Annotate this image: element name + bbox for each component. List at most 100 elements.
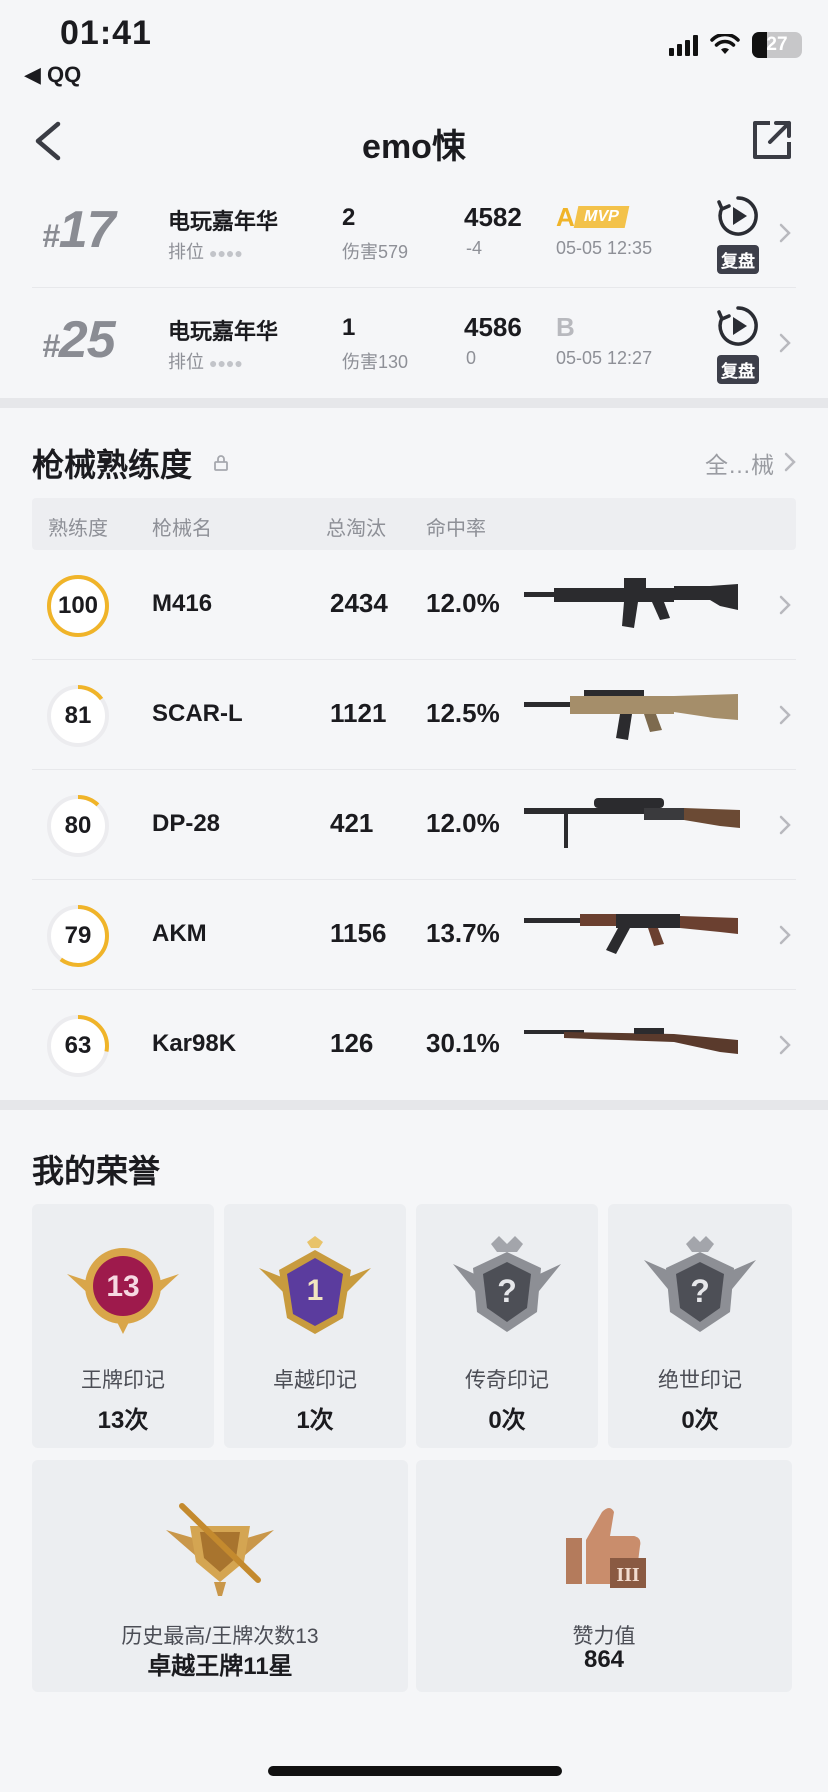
match-damage: 伤害579 <box>342 242 409 262</box>
weapon-name: DP-28 <box>152 810 221 837</box>
match-kills: 2 <box>342 204 356 231</box>
col-accuracy: 命中率 <box>426 518 486 540</box>
mastery-value: 100 <box>57 592 99 619</box>
peerless-mark-badge-text: ? <box>690 1273 710 1309</box>
match-rank: #17 <box>42 201 116 259</box>
match-date: 05-05 12:35 <box>556 238 653 258</box>
status-indicators: 27 <box>669 32 802 58</box>
match-score-delta: -4 <box>466 238 483 258</box>
weapon-name: AKM <box>152 920 207 947</box>
ace-mark-badge-text: 13 <box>106 1270 139 1303</box>
mvp-badge: MVP <box>573 206 630 228</box>
chevron-right-icon[interactable] <box>784 452 796 472</box>
scar-l-rifle-icon <box>524 690 738 740</box>
peerless-mark-badge-icon: ? <box>644 1236 756 1332</box>
weapon-row[interactable]: 80 DP-28 421 12.0% <box>32 770 796 880</box>
weapon-name: SCAR-L <box>152 700 243 727</box>
match-mode: 电玩嘉年华 <box>168 319 279 344</box>
lock-icon <box>214 455 228 471</box>
chevron-right-icon[interactable] <box>778 594 792 616</box>
mastery-value: 79 <box>64 922 92 949</box>
honor-label: 传奇印记 <box>465 1369 549 1392</box>
m416-rifle-icon <box>524 578 738 628</box>
thumbs-up-icon: III <box>566 1508 646 1588</box>
honor-card[interactable]: ? 传奇印记 0次 <box>416 1204 598 1448</box>
see-all-weapons-link[interactable]: 全…械 <box>705 446 774 480</box>
likes-badge-text: III <box>616 1564 640 1586</box>
match-score-delta: 0 <box>466 348 477 368</box>
chevron-right-icon[interactable] <box>778 704 792 726</box>
replay-button[interactable]: 复盘 <box>708 194 768 274</box>
excellence-mark-badge-text: 1 <box>307 1274 324 1307</box>
history-value: 卓越王牌11星 <box>147 1653 293 1680</box>
weapon-table-header: 熟练度 枪械名 总淘汰 命中率 <box>32 498 796 550</box>
replay-label: 复盘 <box>717 245 759 274</box>
match-rank: #25 <box>42 311 116 369</box>
legend-mark-badge-icon: ? <box>453 1236 561 1332</box>
home-indicator[interactable] <box>268 1766 562 1776</box>
weapon-kills: 421 <box>330 808 374 838</box>
col-total-kills: 总淘汰 <box>326 518 386 540</box>
honor-count: 13次 <box>97 1407 149 1434</box>
share-icon[interactable] <box>750 118 794 162</box>
honor-card[interactable]: ? 绝世印记 0次 <box>608 1204 792 1448</box>
dp-28-machine-gun-icon <box>524 798 740 848</box>
cellular-signal-icon <box>669 34 698 56</box>
mastery-value: 63 <box>64 1032 92 1059</box>
likes-value: 864 <box>583 1646 625 1673</box>
chevron-right-icon[interactable] <box>778 332 792 354</box>
match-mode-sub: 排位 ●●●● <box>168 352 243 372</box>
status-time: 01:41 <box>60 14 152 52</box>
honor-label: 王牌印记 <box>81 1369 165 1392</box>
honor-count: 1次 <box>296 1407 334 1434</box>
weapon-row[interactable]: 100 M416 2434 12.0% <box>32 550 796 660</box>
ace-trophy-badge-icon <box>166 1503 274 1596</box>
replay-button[interactable]: 复盘 <box>708 304 768 384</box>
squad-icon: ●●●● <box>209 245 243 261</box>
section-divider <box>0 1100 828 1110</box>
chevron-right-icon[interactable] <box>778 814 792 836</box>
likes-card[interactable]: III 赞力值 864 <box>416 1460 792 1692</box>
weapon-kills: 1156 <box>330 918 387 948</box>
weapon-accuracy: 13.7% <box>426 918 500 948</box>
legend-mark-badge-text: ? <box>497 1273 517 1309</box>
back-to-app-link[interactable]: ◀ QQ <box>24 62 81 88</box>
squad-icon: ●●●● <box>209 355 243 371</box>
match-row[interactable]: #17 电玩嘉年华 排位 ●●●● 2 伤害579 4582 -4 A MVP … <box>32 180 796 288</box>
ace-mark-badge-icon: 13 <box>67 1248 179 1334</box>
weapon-mastery-title: 枪械熟练度 <box>32 447 193 483</box>
honor-card[interactable]: 13 王牌印记 13次 <box>32 1204 214 1448</box>
kar98k-rifle-icon <box>524 1028 738 1054</box>
replay-icon <box>717 196 758 236</box>
chevron-right-icon[interactable] <box>778 222 792 244</box>
weapon-name: M416 <box>152 590 213 617</box>
honors-title: 我的荣誉 <box>32 1153 161 1189</box>
match-grade: B <box>556 312 575 342</box>
honor-count: 0次 <box>681 1407 719 1434</box>
honor-label: 绝世印记 <box>658 1369 742 1392</box>
weapon-kills: 126 <box>330 1028 374 1058</box>
history-best-card[interactable]: 历史最高/王牌次数13 卓越王牌11星 <box>32 1460 408 1692</box>
weapon-accuracy: 12.5% <box>426 698 500 728</box>
honor-card[interactable]: 1 卓越印记 1次 <box>224 1204 406 1448</box>
weapon-kills: 1121 <box>330 698 387 728</box>
weapon-row[interactable]: 63 Kar98K 126 30.1% <box>32 990 796 1100</box>
weapon-row[interactable]: 81 SCAR-L 1121 12.5% <box>32 660 796 770</box>
match-kills: 1 <box>342 314 356 341</box>
honor-count: 0次 <box>488 1407 526 1434</box>
match-grade: A <box>556 202 575 232</box>
chevron-right-icon[interactable] <box>778 1034 792 1056</box>
excellence-mark-badge-icon: 1 <box>259 1236 371 1334</box>
weapon-name: Kar98K <box>152 1030 237 1057</box>
mastery-value: 80 <box>64 812 92 839</box>
weapon-accuracy: 12.0% <box>426 588 500 618</box>
match-row[interactable]: #25 电玩嘉年华 排位 ●●●● 1 伤害130 4586 0 B 05-05… <box>32 290 796 398</box>
weapon-row[interactable]: 79 AKM 1156 13.7% <box>32 880 796 990</box>
replay-icon <box>717 306 758 346</box>
match-mode-sub: 排位 ●●●● <box>168 242 243 262</box>
weapon-accuracy: 12.0% <box>426 808 500 838</box>
match-date: 05-05 12:27 <box>556 348 653 368</box>
battery-level: 27 <box>766 34 788 55</box>
weapon-kills: 2434 <box>330 588 388 618</box>
chevron-right-icon[interactable] <box>778 924 792 946</box>
